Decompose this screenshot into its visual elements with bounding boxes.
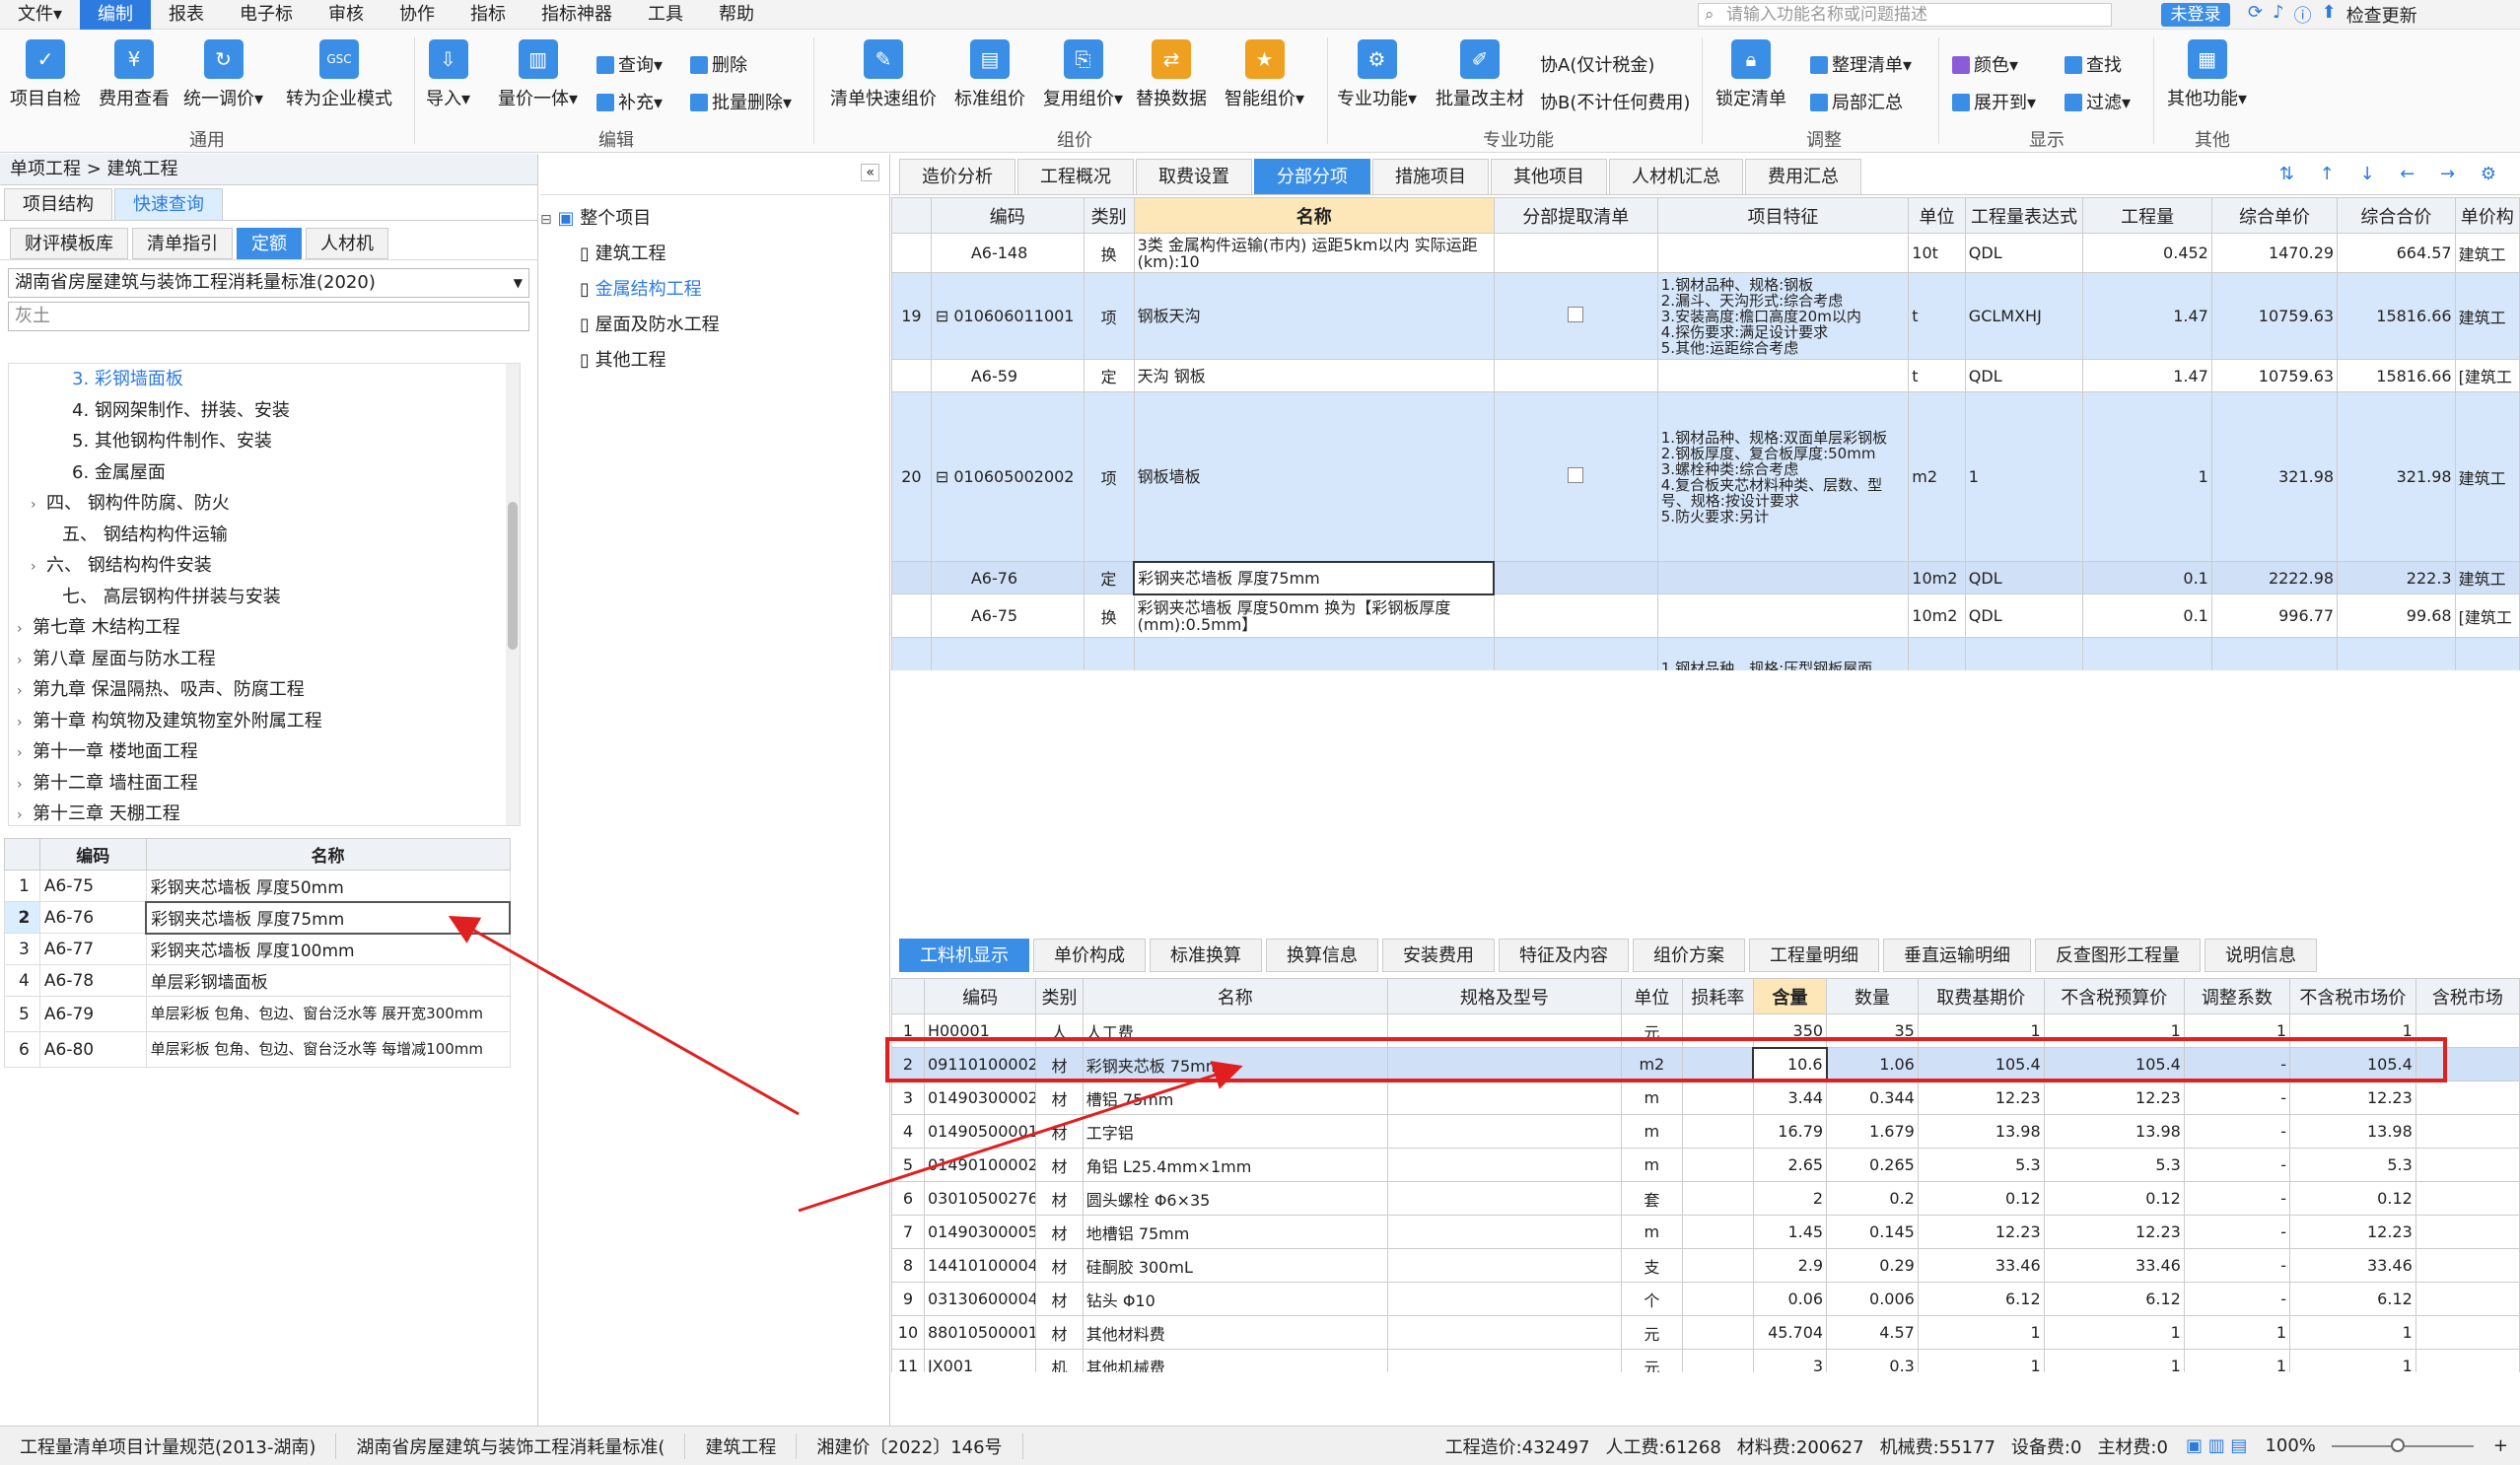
zoom-slider[interactable] (2324, 1437, 2482, 1452)
status-doc: 湘建价〔2022〕146号 (797, 1432, 1023, 1459)
zoom-in-icon[interactable]: + (2482, 1435, 2520, 1456)
annotation-arrows (448, 916, 1243, 1213)
status-total: 工程造价:432497 (1444, 1436, 1590, 1458)
arrow-to-material (798, 1061, 1243, 1213)
layout-icon[interactable]: ▣ ▥ ▤ (2176, 1435, 2257, 1456)
status-bar: 工程量清单项目计量规范(2013-湖南) 湖南省房屋建筑与装饰工程消耗量标准( … (0, 1426, 2520, 1465)
status-project-type: 建筑工程 (685, 1432, 798, 1459)
status-machine: 机械费:55177 (1879, 1436, 1995, 1458)
status-main-material: 主材费:0 (2097, 1436, 2168, 1458)
status-labor: 人工费:61268 (1605, 1436, 1721, 1458)
arrow-to-quota (448, 916, 800, 1116)
status-equipment: 设备费:0 (2010, 1436, 2082, 1458)
zoom-level: 100% (2265, 1435, 2316, 1456)
status-material: 材料费:200627 (1736, 1436, 1864, 1458)
status-spec: 工程量清单项目计量规范(2013-湖南) (0, 1432, 337, 1459)
status-standard: 湖南省房屋建筑与装饰工程消耗量标准( (336, 1432, 686, 1459)
